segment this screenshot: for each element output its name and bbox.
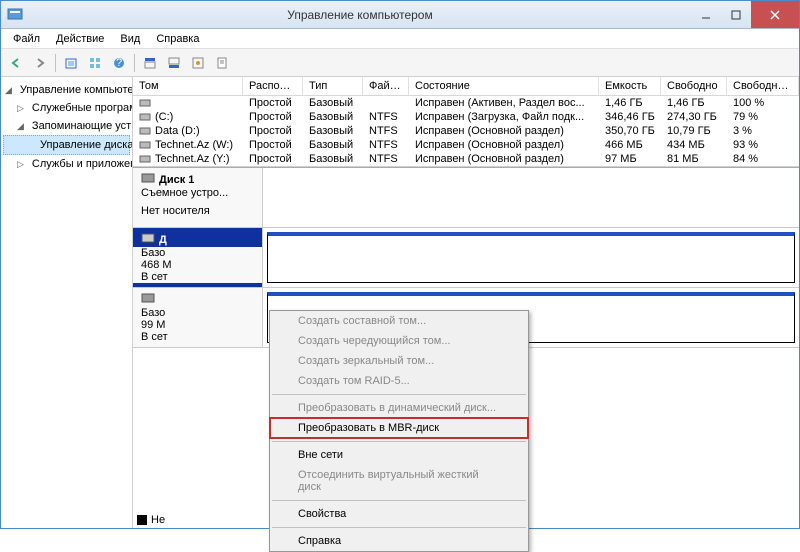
disk-2-type: Базо <box>141 247 254 259</box>
tree-root-label: Управление компьютером (локал <box>20 84 133 96</box>
col-status[interactable]: Состояние <box>409 77 599 95</box>
menu-help[interactable]: Справка <box>148 31 207 47</box>
col-volume[interactable]: Том <box>133 77 243 95</box>
disk-3-size: 99 М <box>141 319 254 331</box>
back-button[interactable] <box>5 52 27 74</box>
close-button[interactable] <box>751 1 799 28</box>
volume-list: Том Располо... Тип Файл... Состояние Емк… <box>133 77 799 167</box>
settings-button[interactable] <box>187 52 209 74</box>
disk-icon <box>141 232 155 247</box>
help-button[interactable]: ? <box>108 52 130 74</box>
disk-2-status: В сет <box>141 271 254 283</box>
ctx-properties[interactable]: Свойства <box>270 504 528 524</box>
legend: Не <box>137 514 165 526</box>
disk-1-name: Диск 1 <box>159 174 194 186</box>
disk-3-type: Базо <box>141 307 254 319</box>
tree-tools[interactable]: ▷ Служебные программы <box>3 99 130 117</box>
legend-square-icon <box>137 515 147 525</box>
expand-icon[interactable]: ▷ <box>17 159 24 170</box>
expand-icon[interactable]: ▷ <box>17 103 24 114</box>
disk-2-prefix: Д <box>159 234 167 246</box>
volume-row[interactable]: Technet.Az (Y:)ПростойБазовыйNTFSИсправе… <box>133 152 799 166</box>
toolbar: ? <box>1 49 799 77</box>
tree-diskmgmt[interactable]: Управление дисками <box>3 135 130 155</box>
col-capacity[interactable]: Емкость <box>599 77 661 95</box>
disk-2-size: 468 М <box>141 259 254 271</box>
view-bottom-button[interactable] <box>163 52 185 74</box>
view-top-button[interactable] <box>139 52 161 74</box>
tree-storage-label: Запоминающие устройства <box>32 120 133 132</box>
col-type[interactable]: Тип <box>303 77 363 95</box>
window-title: Управление компьютером <box>29 8 691 22</box>
svg-text:?: ? <box>116 57 122 69</box>
col-freepc[interactable]: Свободно % <box>727 77 799 95</box>
menu-action[interactable]: Действие <box>48 31 112 47</box>
volume-row[interactable]: Data (D:)ПростойБазовыйNTFSИсправен (Осн… <box>133 124 799 138</box>
volume-row[interactable]: Technet.Az (W:)ПростойБазовыйNTFSИсправе… <box>133 138 799 152</box>
app-icon <box>7 7 23 23</box>
col-filesystem[interactable]: Файл... <box>363 77 409 95</box>
nav-tree: ◢ Управление компьютером (локал ▷ Служеб… <box>1 77 133 528</box>
volume-row[interactable]: ПростойБазовыйИсправен (Активен, Раздел … <box>133 96 799 110</box>
ctx-raid5-volume[interactable]: Создать том RAID-5... <box>270 371 528 391</box>
col-layout[interactable]: Располо... <box>243 77 303 95</box>
disk-1-row[interactable]: Диск 1 Съемное устро... Нет носителя <box>133 168 799 228</box>
menu-view[interactable]: Вид <box>112 31 148 47</box>
ctx-help[interactable]: Справка <box>270 531 528 551</box>
ctx-mirrored-volume[interactable]: Создать зеркальный том... <box>270 351 528 371</box>
tree-diskmgmt-label: Управление дисками <box>40 139 133 151</box>
title-bar: Управление компьютером <box>1 1 799 29</box>
ctx-detach-vhd[interactable]: Отсоединить виртуальный жесткий диск <box>270 465 528 497</box>
forward-button[interactable] <box>29 52 51 74</box>
collapse-icon[interactable]: ◢ <box>5 85 12 96</box>
disk-1-type: Съемное устро... <box>141 187 254 199</box>
tree-services-label: Службы и приложения <box>32 158 133 170</box>
ctx-convert-mbr[interactable]: Преобразовать в MBR-диск <box>270 418 528 438</box>
ctx-spanned-volume[interactable]: Создать составной том... <box>270 311 528 331</box>
disk-1-media: Нет носителя <box>141 205 254 217</box>
collapse-icon[interactable]: ◢ <box>17 121 24 132</box>
ctx-offline[interactable]: Вне сети <box>270 445 528 465</box>
tree-root[interactable]: ◢ Управление компьютером (локал <box>3 81 130 99</box>
column-headers: Том Располо... Тип Файл... Состояние Емк… <box>133 77 799 96</box>
minimize-button[interactable] <box>691 1 721 28</box>
disk-2-row[interactable]: Д Базо 468 М В сет <box>133 228 799 288</box>
ctx-striped-volume[interactable]: Создать чередующийся том... <box>270 331 528 351</box>
tree-tools-label: Служебные программы <box>32 102 133 114</box>
tree-services[interactable]: ▷ Службы и приложения <box>3 155 130 173</box>
properties-button[interactable] <box>211 52 233 74</box>
maximize-button[interactable] <box>721 1 751 28</box>
removable-disk-icon <box>141 172 155 187</box>
menu-bar: Файл Действие Вид Справка <box>1 29 799 49</box>
refresh-button[interactable] <box>84 52 106 74</box>
partition[interactable] <box>267 232 795 283</box>
volume-row[interactable]: (C:)ПростойБазовыйNTFSИсправен (Загрузка… <box>133 110 799 124</box>
context-menu: Создать составной том... Создать чередую… <box>269 310 529 552</box>
menu-file[interactable]: Файл <box>5 31 48 47</box>
up-button[interactable] <box>60 52 82 74</box>
legend-unallocated: Не <box>151 514 165 526</box>
disk-icon <box>141 292 155 307</box>
tree-storage[interactable]: ◢ Запоминающие устройства <box>3 117 130 135</box>
col-free[interactable]: Свободно <box>661 77 727 95</box>
disk-3-status: В сет <box>141 331 254 343</box>
ctx-convert-dynamic[interactable]: Преобразовать в динамический диск... <box>270 398 528 418</box>
